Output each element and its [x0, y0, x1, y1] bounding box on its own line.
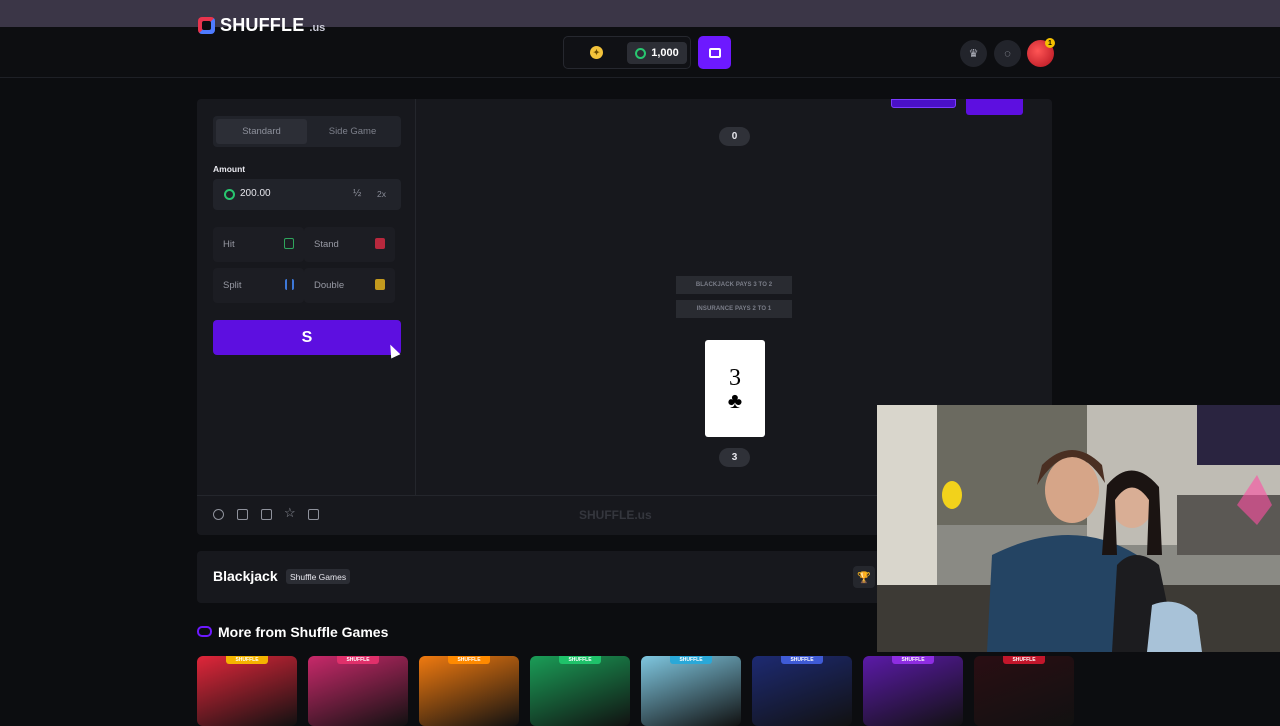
tab-standard[interactable]: Standard — [216, 119, 307, 144]
stand-label: Stand — [314, 239, 339, 250]
vip-crown-icon[interactable]: ♛ — [960, 40, 987, 67]
game-thumbnail[interactable]: SHUFFLE — [308, 656, 408, 726]
green-coin-icon — [224, 189, 235, 200]
fairness-icon[interactable] — [308, 509, 319, 520]
insurance-pays-ribbon: INSURANCE PAYS 2 TO 1 — [676, 300, 792, 318]
shuffle-watermark: SHUFFLE.us — [579, 508, 652, 522]
wallet-button[interactable] — [698, 36, 731, 69]
mode-tabs: Standard Side Game — [213, 116, 401, 147]
trophy-icon[interactable]: 🏆 — [853, 566, 875, 588]
stand-button[interactable]: Stand — [304, 227, 395, 262]
hit-icon — [284, 238, 294, 249]
split-button[interactable]: Split — [213, 268, 304, 303]
amount-value[interactable]: 200.00 — [240, 188, 271, 199]
thumbnail-provider-tag: SHUFFLE — [1003, 656, 1045, 664]
thumbnail-provider-tag: SHUFFLE — [670, 656, 712, 664]
stand-hand-icon — [375, 238, 385, 249]
split-icon — [285, 279, 294, 290]
game-title: Blackjack — [213, 568, 278, 584]
game-thumbnail[interactable]: SHUFFLE — [974, 656, 1074, 726]
game-thumbnail[interactable]: SHUFFLE — [641, 656, 741, 726]
double-label: Double — [314, 280, 345, 291]
thumbnail-provider-tag: SHUFFLE — [448, 656, 490, 664]
place-bet-button[interactable]: S — [213, 320, 401, 355]
browser-top-strip — [0, 0, 1280, 27]
gold-coin-icon[interactable]: ✦ — [590, 46, 603, 59]
double-amount-button[interactable]: 2x — [377, 189, 386, 199]
shuffle-logo[interactable]: SHUFFLE .us — [198, 15, 325, 36]
logo-suffix: .us — [309, 22, 326, 34]
card-rank: 3 — [729, 364, 741, 391]
half-amount-button[interactable]: ½ — [353, 188, 361, 199]
dealer-score: 0 — [719, 127, 750, 146]
game-thumbnail[interactable]: SHUFFLE — [752, 656, 852, 726]
game-thumbnail[interactable]: SHUFFLE — [530, 656, 630, 726]
shuffle-s-icon: S — [301, 328, 313, 346]
settings-icon[interactable] — [213, 509, 224, 520]
green-coin-icon — [635, 47, 647, 59]
webcam-image — [877, 405, 1280, 652]
streamer-webcam-overlay — [877, 405, 1280, 652]
double-icon — [375, 279, 385, 290]
hit-label: Hit — [223, 239, 235, 250]
thumbnail-provider-tag: SHUFFLE — [226, 656, 268, 664]
game-thumbnail[interactable]: SHUFFLE — [197, 656, 297, 726]
amount-input[interactable]: 200.00 ½ 2x — [213, 179, 401, 210]
double-button[interactable]: Double — [304, 268, 395, 303]
wallet-icon — [708, 47, 721, 58]
gamepad-icon — [197, 626, 212, 637]
club-suit-icon: ♣ — [727, 387, 743, 413]
thumbnail-provider-tag: SHUFFLE — [337, 656, 379, 664]
thumbnail-provider-tag: SHUFFLE — [892, 656, 934, 664]
split-label: Split — [223, 280, 242, 291]
game-thumbnail[interactable]: SHUFFLE — [863, 656, 963, 726]
game-thumbnail[interactable]: SHUFFLE — [419, 656, 519, 726]
favorite-star-icon[interactable]: ☆ — [284, 505, 296, 520]
top-purple-button-2[interactable] — [966, 99, 1023, 115]
player-card: 3 ♣ — [705, 340, 765, 437]
balance-selector[interactable]: ✦ 1,000 — [563, 36, 691, 69]
chat-icon[interactable]: ◌ — [994, 40, 1021, 67]
balance-amount: 1,000 — [651, 47, 679, 59]
sweeps-balance-chip[interactable]: 1,000 — [627, 42, 687, 64]
stats-icon[interactable] — [261, 509, 272, 520]
bet-controls-sidebar: Standard Side Game Amount 200.00 ½ 2x Hi… — [197, 99, 416, 495]
thumbnail-provider-tag: SHUFFLE — [781, 656, 823, 664]
more-games-title: More from Shuffle Games — [218, 624, 389, 640]
thumbnail-provider-tag: SHUFFLE — [559, 656, 601, 664]
shuffle-logo-icon — [198, 17, 215, 34]
amount-label: Amount — [213, 164, 246, 174]
theatre-mode-icon[interactable] — [237, 509, 248, 520]
logo-text: SHUFFLE — [220, 15, 305, 35]
player-score: 3 — [719, 448, 750, 467]
top-purple-button-1[interactable] — [891, 99, 956, 108]
blackjack-pays-ribbon: BLACKJACK PAYS 3 TO 2 — [676, 276, 792, 294]
tab-side-game[interactable]: Side Game — [307, 119, 398, 144]
notification-badge: 1 — [1045, 38, 1055, 48]
provider-tag[interactable]: Shuffle Games — [286, 569, 351, 584]
hit-button[interactable]: Hit — [213, 227, 304, 262]
